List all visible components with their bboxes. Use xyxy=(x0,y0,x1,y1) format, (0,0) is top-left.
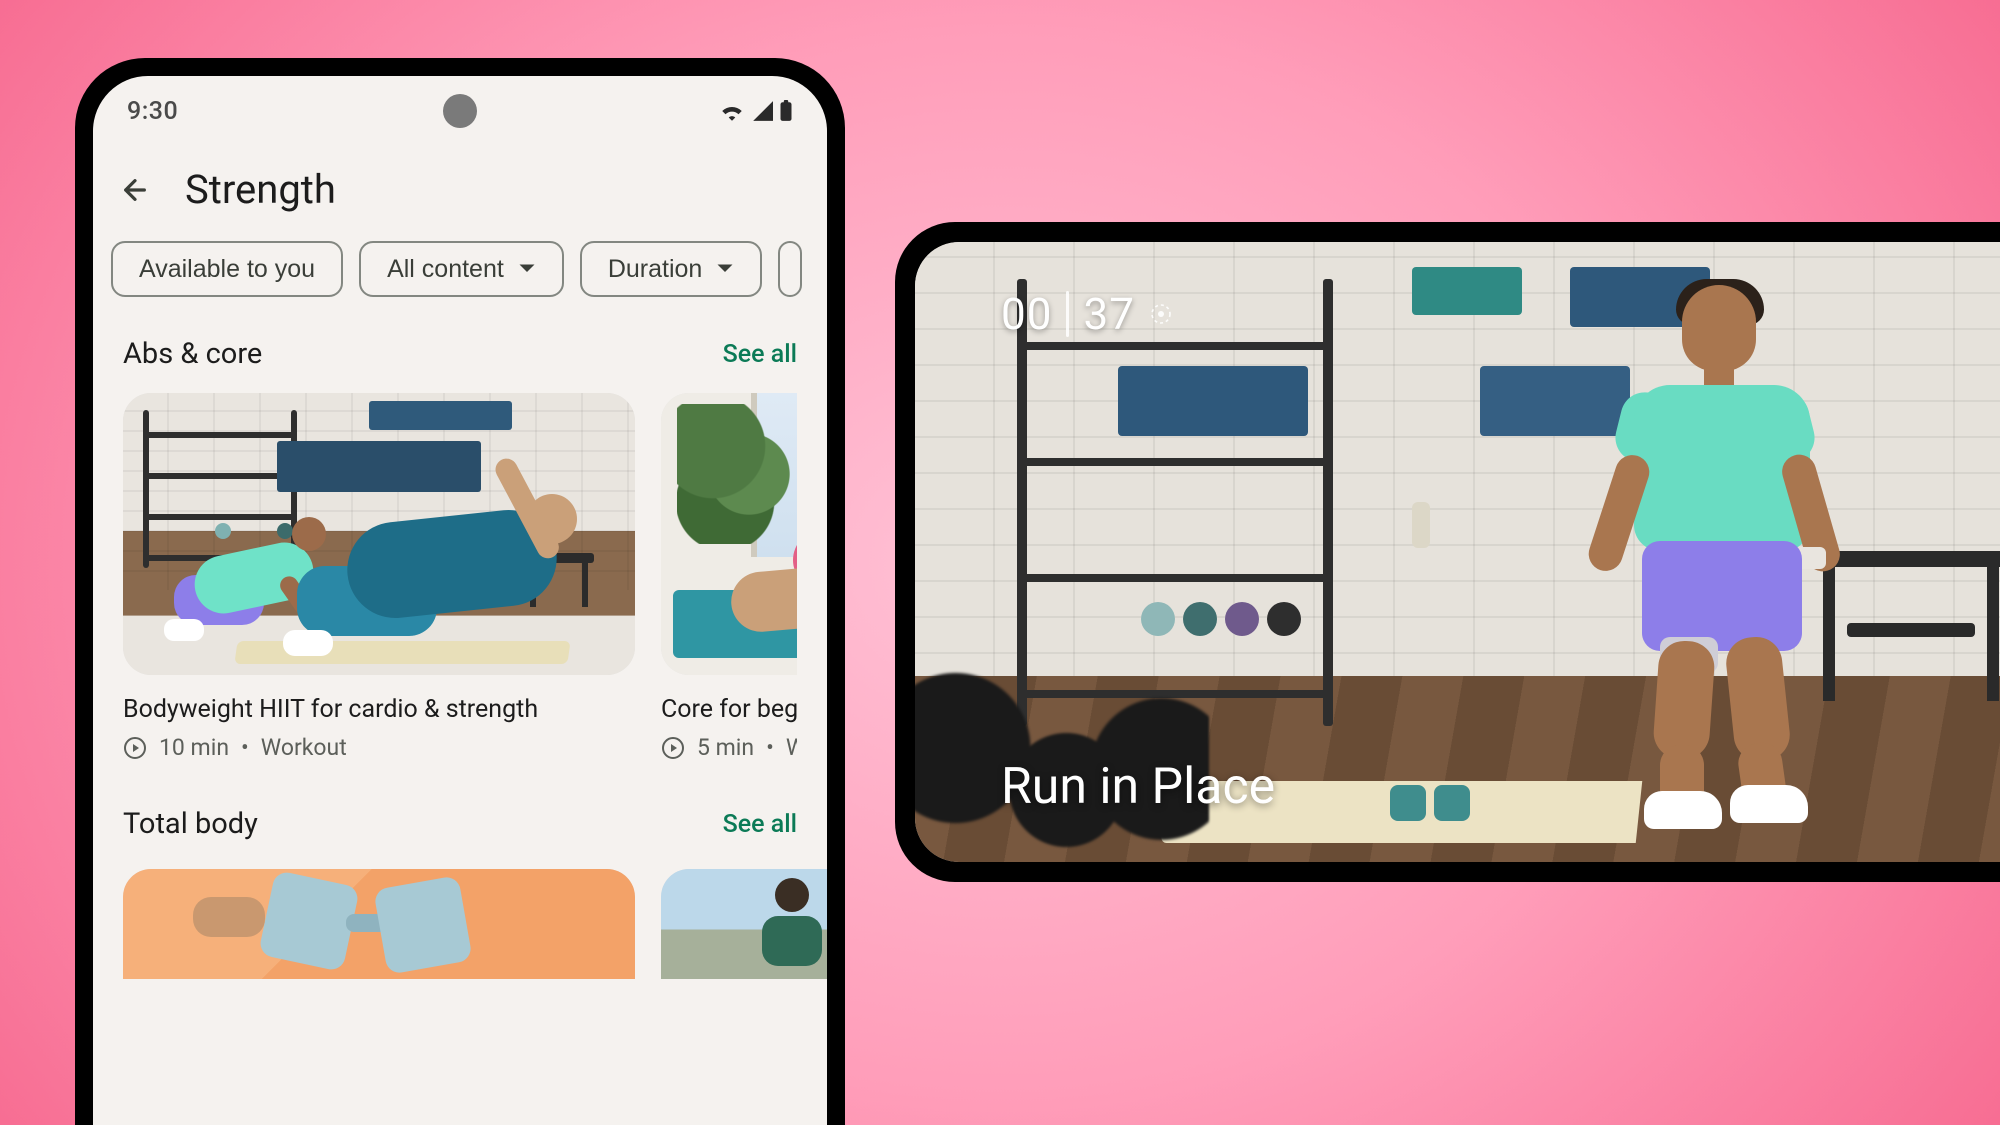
workout-title: Core for begi xyxy=(661,695,797,724)
wifi-icon xyxy=(719,101,745,121)
phone-frame-landscape: 00 37 Run in Place xyxy=(895,222,2000,882)
workout-thumbnail xyxy=(661,393,797,675)
workout-thumbnail[interactable] xyxy=(123,869,635,979)
timer-seconds: 37 xyxy=(1083,288,1134,340)
chevron-down-icon xyxy=(518,263,536,275)
status-time: 9:30 xyxy=(127,97,178,126)
timer-divider xyxy=(1066,291,1069,337)
section-header: Abs & core See all xyxy=(123,331,797,393)
section-total-body: Total body See all xyxy=(93,801,827,989)
filter-chip-overflow[interactable] xyxy=(778,241,802,297)
see-all-link[interactable]: See all xyxy=(723,340,797,369)
play-circle-icon xyxy=(661,736,685,760)
workout-duration: 5 min xyxy=(697,734,754,761)
card-row[interactable]: Bodyweight HIIT for cardio & strength 10… xyxy=(123,393,797,761)
play-circle-icon xyxy=(123,736,147,760)
filter-chip-row[interactable]: Available to you All content Duration xyxy=(93,241,827,331)
filter-chip-available[interactable]: Available to you xyxy=(111,241,343,297)
workout-duration: 10 min xyxy=(159,734,229,761)
section-abs-core: Abs & core See all xyxy=(93,331,827,771)
workout-meta: 10 min • Workout xyxy=(123,734,635,761)
front-camera-dot xyxy=(443,94,477,128)
chip-label: Duration xyxy=(608,255,703,284)
workout-type: Wo xyxy=(786,734,797,761)
page-title: Strength xyxy=(185,166,336,213)
timer-minutes: 00 xyxy=(1001,288,1052,340)
see-all-link[interactable]: See all xyxy=(723,810,797,839)
section-header: Total body See all xyxy=(123,801,797,863)
battery-icon xyxy=(779,100,793,122)
status-icons xyxy=(719,100,793,122)
card-row[interactable] xyxy=(123,863,797,979)
arrow-left-icon xyxy=(119,174,151,206)
exercise-caption: Run in Place xyxy=(1001,758,1275,816)
phone-screen-portrait: 9:30 Strength Available to xyxy=(93,76,827,1125)
chip-label: All content xyxy=(387,255,504,284)
workout-title: Bodyweight HIIT for cardio & strength xyxy=(123,695,635,724)
phone-frame-portrait: 9:30 Strength Available to xyxy=(75,58,845,1125)
section-title: Abs & core xyxy=(123,337,262,371)
heart-rate-icon xyxy=(1149,302,1173,326)
app-header: Strength xyxy=(93,146,827,241)
status-bar: 9:30 xyxy=(93,76,827,146)
cellular-icon xyxy=(751,101,773,121)
workout-card[interactable]: Core for begi 5 min • Wo xyxy=(661,393,797,761)
filter-chip-duration[interactable]: Duration xyxy=(580,241,763,297)
workout-meta: 5 min • Wo xyxy=(661,734,797,761)
chevron-down-icon xyxy=(716,263,734,275)
workout-card[interactable]: Bodyweight HIIT for cardio & strength 10… xyxy=(123,393,635,761)
workout-type: Workout xyxy=(261,734,347,761)
workout-video-player[interactable]: 00 37 Run in Place xyxy=(915,242,2000,862)
workout-thumbnail[interactable] xyxy=(661,869,827,979)
workout-thumbnail xyxy=(123,393,635,675)
workout-timer: 00 37 xyxy=(1001,288,1173,340)
chip-label: Available to you xyxy=(139,255,315,284)
back-button[interactable] xyxy=(115,170,155,210)
instructor-figure xyxy=(1564,285,1864,825)
section-title: Total body xyxy=(123,807,258,841)
filter-chip-content[interactable]: All content xyxy=(359,241,564,297)
